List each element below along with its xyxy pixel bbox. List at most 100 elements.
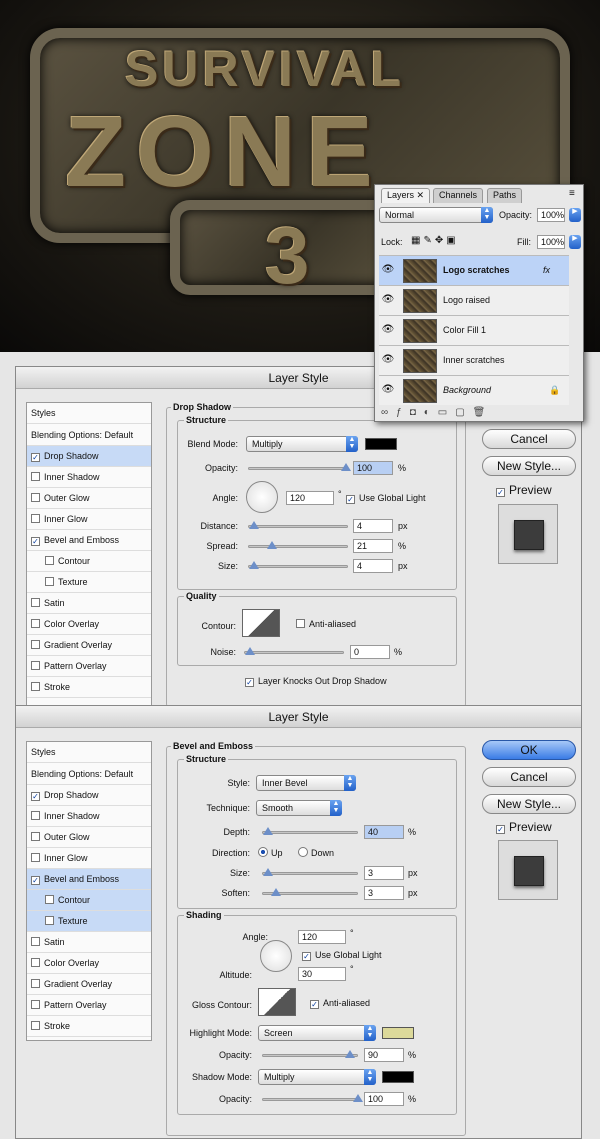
style-item-stroke[interactable]: Stroke <box>27 677 151 698</box>
bevel-style-select[interactable]: Inner Bevel ▲ ▼ <box>256 775 356 791</box>
opacity-slider[interactable] <box>248 463 351 471</box>
slider-knob[interactable] <box>249 561 259 569</box>
style-item-inner-glow[interactable]: Inner Glow <box>27 509 151 530</box>
layer-row[interactable]: 👁 Logo raised <box>379 285 569 315</box>
opacity-arrow-icon[interactable]: ▶ <box>569 208 581 222</box>
checkbox-icon[interactable] <box>31 853 40 862</box>
panel-menu-icon[interactable]: ≡ <box>569 188 575 199</box>
spread-field[interactable]: 21 <box>353 539 393 553</box>
style-item-contour[interactable]: Contour <box>27 551 151 572</box>
angle-field[interactable]: 120 <box>286 491 334 505</box>
angle-dial[interactable] <box>246 481 278 513</box>
shadow-mode-select[interactable]: Multiply ▲ ▼ <box>258 1069 376 1085</box>
checkbox-icon[interactable] <box>31 979 40 988</box>
style-item-drop-shadow[interactable]: ✓ Drop Shadow <box>27 785 151 806</box>
highlight-color-swatch[interactable] <box>382 1027 414 1039</box>
fx-icon[interactable]: fx <box>543 265 550 275</box>
shadow-color-swatch[interactable] <box>382 1071 414 1083</box>
checkbox-icon[interactable] <box>31 619 40 628</box>
blending-options-item[interactable]: Blending Options: Default <box>27 764 151 785</box>
checkbox-icon[interactable] <box>31 832 40 841</box>
angle-dial[interactable] <box>260 940 292 972</box>
checkbox-icon[interactable] <box>45 916 54 925</box>
checkbox-icon[interactable] <box>45 556 54 565</box>
checkbox-icon[interactable] <box>45 895 54 904</box>
layer-fill-field[interactable]: 100% <box>537 235 565 249</box>
style-item-gradient-overlay[interactable]: Gradient Overlay <box>27 635 151 656</box>
opacity-field[interactable]: 100 <box>353 461 393 475</box>
checkbox-icon[interactable]: ✓ <box>31 876 40 885</box>
technique-select[interactable]: Smooth ▲ ▼ <box>256 800 342 816</box>
global-light-checkbox[interactable]: ✓ Use Global Light <box>302 950 382 961</box>
anti-aliased-checkbox[interactable]: ✓ Anti-aliased <box>310 998 370 1009</box>
slider-knob[interactable] <box>341 463 351 471</box>
slider-knob[interactable] <box>245 647 255 655</box>
anti-aliased-checkbox[interactable]: Anti-aliased <box>296 619 356 629</box>
checkbox-icon[interactable] <box>31 472 40 481</box>
checkbox-icon[interactable] <box>31 958 40 967</box>
checkbox-icon[interactable] <box>31 682 40 691</box>
slider-knob[interactable] <box>263 827 273 835</box>
checkbox-icon[interactable] <box>31 661 40 670</box>
direction-down-radio[interactable]: Down <box>298 847 334 858</box>
checkbox-icon[interactable] <box>31 937 40 946</box>
checkbox-icon[interactable]: ✓ <box>31 792 40 801</box>
size-slider[interactable] <box>262 868 358 876</box>
depth-slider[interactable] <box>262 827 358 835</box>
style-item-gradient-overlay[interactable]: Gradient Overlay <box>27 974 151 995</box>
distance-slider[interactable] <box>248 521 348 529</box>
style-item-pattern-overlay[interactable]: Pattern Overlay <box>27 995 151 1016</box>
style-item-stroke[interactable]: Stroke <box>27 1016 151 1037</box>
style-item-bevel-and-emboss[interactable]: ✓ Bevel and Emboss <box>27 530 151 551</box>
style-item-outer-glow[interactable]: Outer Glow <box>27 827 151 848</box>
checkbox-icon[interactable]: ✓ <box>31 453 40 462</box>
slider-knob[interactable] <box>345 1050 355 1058</box>
checkbox-icon[interactable] <box>31 1000 40 1009</box>
preview-checkbox[interactable]: ✓ Preview <box>496 820 552 834</box>
highlight-opacity-field[interactable]: 90 <box>364 1048 404 1062</box>
slider-knob[interactable] <box>271 888 281 896</box>
blending-options-item[interactable]: Blending Options: Default <box>27 425 151 446</box>
style-item-inner-shadow[interactable]: Inner Shadow <box>27 806 151 827</box>
size-field[interactable]: 4 <box>353 559 393 573</box>
style-item-bevel-and-emboss[interactable]: ✓ Bevel and Emboss <box>27 869 151 890</box>
eye-icon[interactable]: 👁 <box>381 294 395 305</box>
gloss-contour-picker[interactable] <box>258 988 296 1016</box>
direction-up-radio[interactable]: Up <box>258 847 283 858</box>
layer-opacity-field[interactable]: 100% <box>537 208 565 222</box>
checkbox-icon[interactable] <box>31 598 40 607</box>
slider-knob[interactable] <box>263 868 273 876</box>
style-item-color-overlay[interactable]: Color Overlay <box>27 614 151 635</box>
new-style-button[interactable]: New Style... <box>482 794 576 814</box>
noise-field[interactable]: 0 <box>350 645 390 659</box>
angle-field[interactable]: 120 <box>298 930 346 944</box>
style-item-inner-glow[interactable]: Inner Glow <box>27 848 151 869</box>
blend-mode-select[interactable]: Multiply ▲ ▼ <box>246 436 358 452</box>
style-item-pattern-overlay[interactable]: Pattern Overlay <box>27 656 151 677</box>
shadow-opacity-field[interactable]: 100 <box>364 1092 404 1106</box>
layer-row[interactable]: 👁 Background 🔒 <box>379 375 569 405</box>
eye-icon[interactable]: 👁 <box>381 384 395 395</box>
soften-slider[interactable] <box>262 888 358 896</box>
tab-paths[interactable]: Paths <box>487 188 523 203</box>
panel-footer-icons[interactable]: ∞ƒ◘◐▭▢🗑 <box>381 407 571 418</box>
style-item-inner-shadow[interactable]: Inner Shadow <box>27 467 151 488</box>
cancel-button[interactable]: Cancel <box>482 429 576 449</box>
noise-slider[interactable] <box>244 647 344 655</box>
depth-field[interactable]: 40 <box>364 825 404 839</box>
preview-checkbox[interactable]: ✓ Preview <box>496 483 552 497</box>
cancel-button[interactable]: Cancel <box>482 767 576 787</box>
spread-slider[interactable] <box>248 541 348 549</box>
knockout-checkbox[interactable]: ✓ Layer Knocks Out Drop Shadow <box>245 676 387 687</box>
slider-knob[interactable] <box>353 1094 363 1102</box>
slider-knob[interactable] <box>267 541 277 549</box>
checkbox-icon[interactable] <box>45 577 54 586</box>
style-item-color-overlay[interactable]: Color Overlay <box>27 953 151 974</box>
altitude-field[interactable]: 30 <box>298 967 346 981</box>
checkbox-icon[interactable] <box>31 640 40 649</box>
distance-field[interactable]: 4 <box>353 519 393 533</box>
layer-blend-select[interactable]: Normal ▲ ▼ <box>379 207 493 223</box>
lock-icons[interactable]: ▦✎✥▣ <box>411 235 459 246</box>
fill-arrow-icon[interactable]: ▶ <box>569 235 581 249</box>
checkbox-icon[interactable] <box>31 811 40 820</box>
